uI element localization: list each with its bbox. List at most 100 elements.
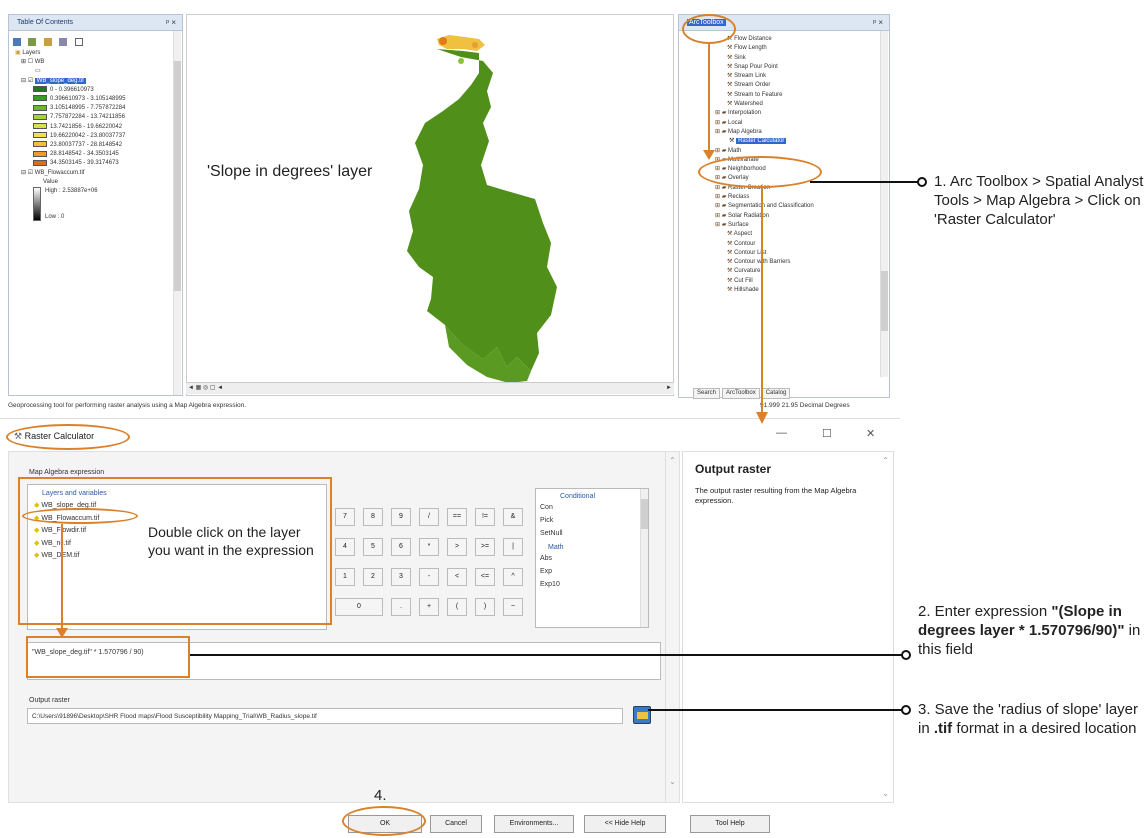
calculator-key[interactable]: 2 (363, 568, 383, 586)
function-item[interactable]: Con (540, 501, 648, 514)
list-by-visibility-icon[interactable] (43, 38, 52, 46)
layer-flowaccum[interactable]: ⊟ ☑ WB_Flowaccum.tif (15, 169, 173, 178)
toolbox-item[interactable]: ⊞ ▰ Reclass (715, 193, 881, 202)
toc-scroll-thumb[interactable] (174, 61, 181, 291)
close-button[interactable]: ✕ (866, 427, 875, 440)
toolbox-scroll-thumb[interactable] (881, 271, 888, 331)
browse-folder-icon[interactable] (633, 706, 651, 724)
calculator-key[interactable]: & (503, 508, 523, 526)
toolbox-item[interactable]: ⊞ ▰ Local (715, 119, 881, 128)
calculator-key[interactable]: 9 (391, 508, 411, 526)
toolbox-item[interactable]: ⚒ Snap Pour Point (727, 63, 881, 72)
toolbox-item[interactable]: ⚒ Stream Order (727, 81, 881, 90)
toolbox-item[interactable]: ⚒ Stream Link (727, 72, 881, 81)
toolbox-item[interactable]: ⚒ Contour with Barriers (727, 258, 881, 267)
calculator-key[interactable]: ^ (503, 568, 523, 586)
calculator-key[interactable]: + (419, 598, 439, 616)
functions-scroll-thumb[interactable] (641, 499, 648, 529)
functions-scrollbar[interactable] (640, 489, 648, 627)
layer-wb[interactable]: ⊞ ☐ WB (15, 58, 173, 67)
toolbox-item[interactable]: ⚒ Aspect (727, 230, 881, 239)
calculator-key[interactable]: >= (475, 538, 495, 556)
layer-slope[interactable]: ⊟ ☑ WB_slope_deg.tif (15, 77, 173, 86)
calculator-key[interactable]: < (447, 568, 467, 586)
close-icon[interactable]: ᵖ × (873, 15, 883, 31)
maximize-button[interactable]: ☐ (822, 427, 832, 440)
close-icon[interactable]: ᵖ × (166, 15, 176, 31)
calculator-key[interactable]: > (447, 538, 467, 556)
calculator-key[interactable]: 7 (335, 508, 355, 526)
tool-help-button[interactable]: Tool Help (690, 815, 770, 833)
toolbox-item[interactable]: ⊞ ▰ Math (715, 147, 881, 156)
toolbox-tab[interactable]: Search (693, 388, 721, 400)
calculator-key[interactable]: ~ (503, 598, 523, 616)
function-item[interactable]: Pick (540, 514, 648, 527)
calculator-key[interactable]: 1 (335, 568, 355, 586)
hydrology-tools: ⚒ Flow Distance ⚒ Flow Length ⚒ Sink ⚒ Snap… (701, 35, 881, 109)
function-item[interactable]: Abs (540, 552, 648, 565)
toolbox-item[interactable]: ⚒ Contour List (727, 249, 881, 258)
toolbox-item[interactable]: ⚒ Watershed (727, 100, 881, 109)
toolbox-item[interactable]: ⚒ Contour (727, 240, 881, 249)
list-by-drawing-order-icon[interactable] (13, 38, 21, 46)
calculator-key[interactable]: 6 (391, 538, 411, 556)
tool-raster-calculator[interactable]: ⚒ Raster Calculator (701, 137, 881, 146)
list-by-selection-icon[interactable] (59, 38, 68, 46)
calculator-key[interactable]: != (475, 508, 495, 526)
calculator-key[interactable]: . (391, 598, 411, 616)
toolbox-item[interactable]: ⊞ ▰ Map Algebra (715, 128, 881, 137)
checkbox-icon[interactable]: ☑ (28, 78, 33, 84)
toolbox-item[interactable]: ⚒ Flow Distance (727, 35, 881, 44)
calculator-key[interactable]: <= (475, 568, 495, 586)
toolbox-item[interactable]: ⚒ Flow Length (727, 44, 881, 53)
help-scroll-down-icon[interactable]: ⌄ (882, 789, 889, 798)
checkbox-icon[interactable]: ☑ (28, 170, 33, 176)
toolbox-item[interactable]: ⚒ Curvature (727, 267, 881, 276)
options-icon[interactable] (74, 38, 83, 46)
hide-help-button[interactable]: << Hide Help (584, 815, 666, 833)
toolbox-item[interactable]: ⚒ Stream to Feature (727, 91, 881, 100)
calculator-key[interactable]: 4 (335, 538, 355, 556)
scroll-up-icon[interactable]: ⌃ (666, 456, 679, 465)
toolbox-item[interactable]: ⚒ Cut Fill (727, 277, 881, 286)
toolbox-item[interactable]: ⊞ ▰ Segmentation and Classification (715, 202, 881, 211)
function-item[interactable]: Exp10 (540, 578, 648, 591)
toolbox-item[interactable]: ⚒ Sink (727, 54, 881, 63)
calculator-key[interactable]: 3 (391, 568, 411, 586)
calculator-key[interactable]: 8 (363, 508, 383, 526)
minimize-button[interactable]: — (776, 427, 787, 439)
layers-root[interactable]: ▣ Layers (15, 49, 173, 58)
form-scrollbar[interactable]: ⌃ ⌄ (665, 452, 679, 802)
calculator-key[interactable]: ( (447, 598, 467, 616)
toc-scrollbar[interactable] (173, 31, 181, 395)
toolbox-item[interactable]: ⊞ ▰ Surface (715, 221, 881, 230)
calculator-key[interactable]: | (503, 538, 523, 556)
function-item[interactable]: Exp (540, 565, 648, 578)
toolbox-tab[interactable]: ArcToolbox (722, 388, 760, 400)
environments-button[interactable]: Environments... (494, 815, 574, 833)
toolbox-item[interactable]: ⊞ ▰ Solar Radiation (715, 212, 881, 221)
legend-label: 34.3503145 - 39.3174673 (50, 160, 119, 167)
help-scroll-up-icon[interactable]: ⌃ (882, 456, 889, 465)
map-view[interactable]: 'Slope in degrees' layer (186, 14, 674, 396)
output-raster-field[interactable]: C:\Users\91896\Desktop\SHR Flood maps\Fl… (27, 708, 623, 724)
gradient-ramp (33, 187, 41, 222)
scroll-down-icon[interactable]: ⌄ (666, 777, 679, 786)
cancel-button[interactable]: Cancel (430, 815, 482, 833)
calculator-key[interactable]: 0 (335, 598, 383, 616)
toolbox-item[interactable]: ⚒ Hillshade (727, 286, 881, 295)
table-of-contents-panel: Table Of Contents ᵖ × ▣ Layers ⊞ ☐ WB ▭ … (8, 14, 183, 396)
toolbox-item[interactable]: ⊞ ▰ Interpolation (715, 109, 881, 118)
calculator-key[interactable]: - (419, 568, 439, 586)
view-controls[interactable]: ◄ ▦ ◎ ▢ ◄ (188, 384, 223, 393)
calculator-key[interactable]: 5 (363, 538, 383, 556)
calculator-key[interactable]: == (447, 508, 467, 526)
calculator-key[interactable]: ) (475, 598, 495, 616)
calculator-key[interactable]: * (419, 538, 439, 556)
toolbox-tab[interactable]: Catalog (761, 388, 791, 400)
function-item[interactable]: SetNull (540, 527, 648, 540)
calculator-key[interactable]: / (419, 508, 439, 526)
list-by-source-icon[interactable] (28, 38, 37, 46)
toolbox-scrollbar[interactable] (880, 31, 888, 377)
scroll-arrow[interactable]: ► (666, 384, 672, 393)
